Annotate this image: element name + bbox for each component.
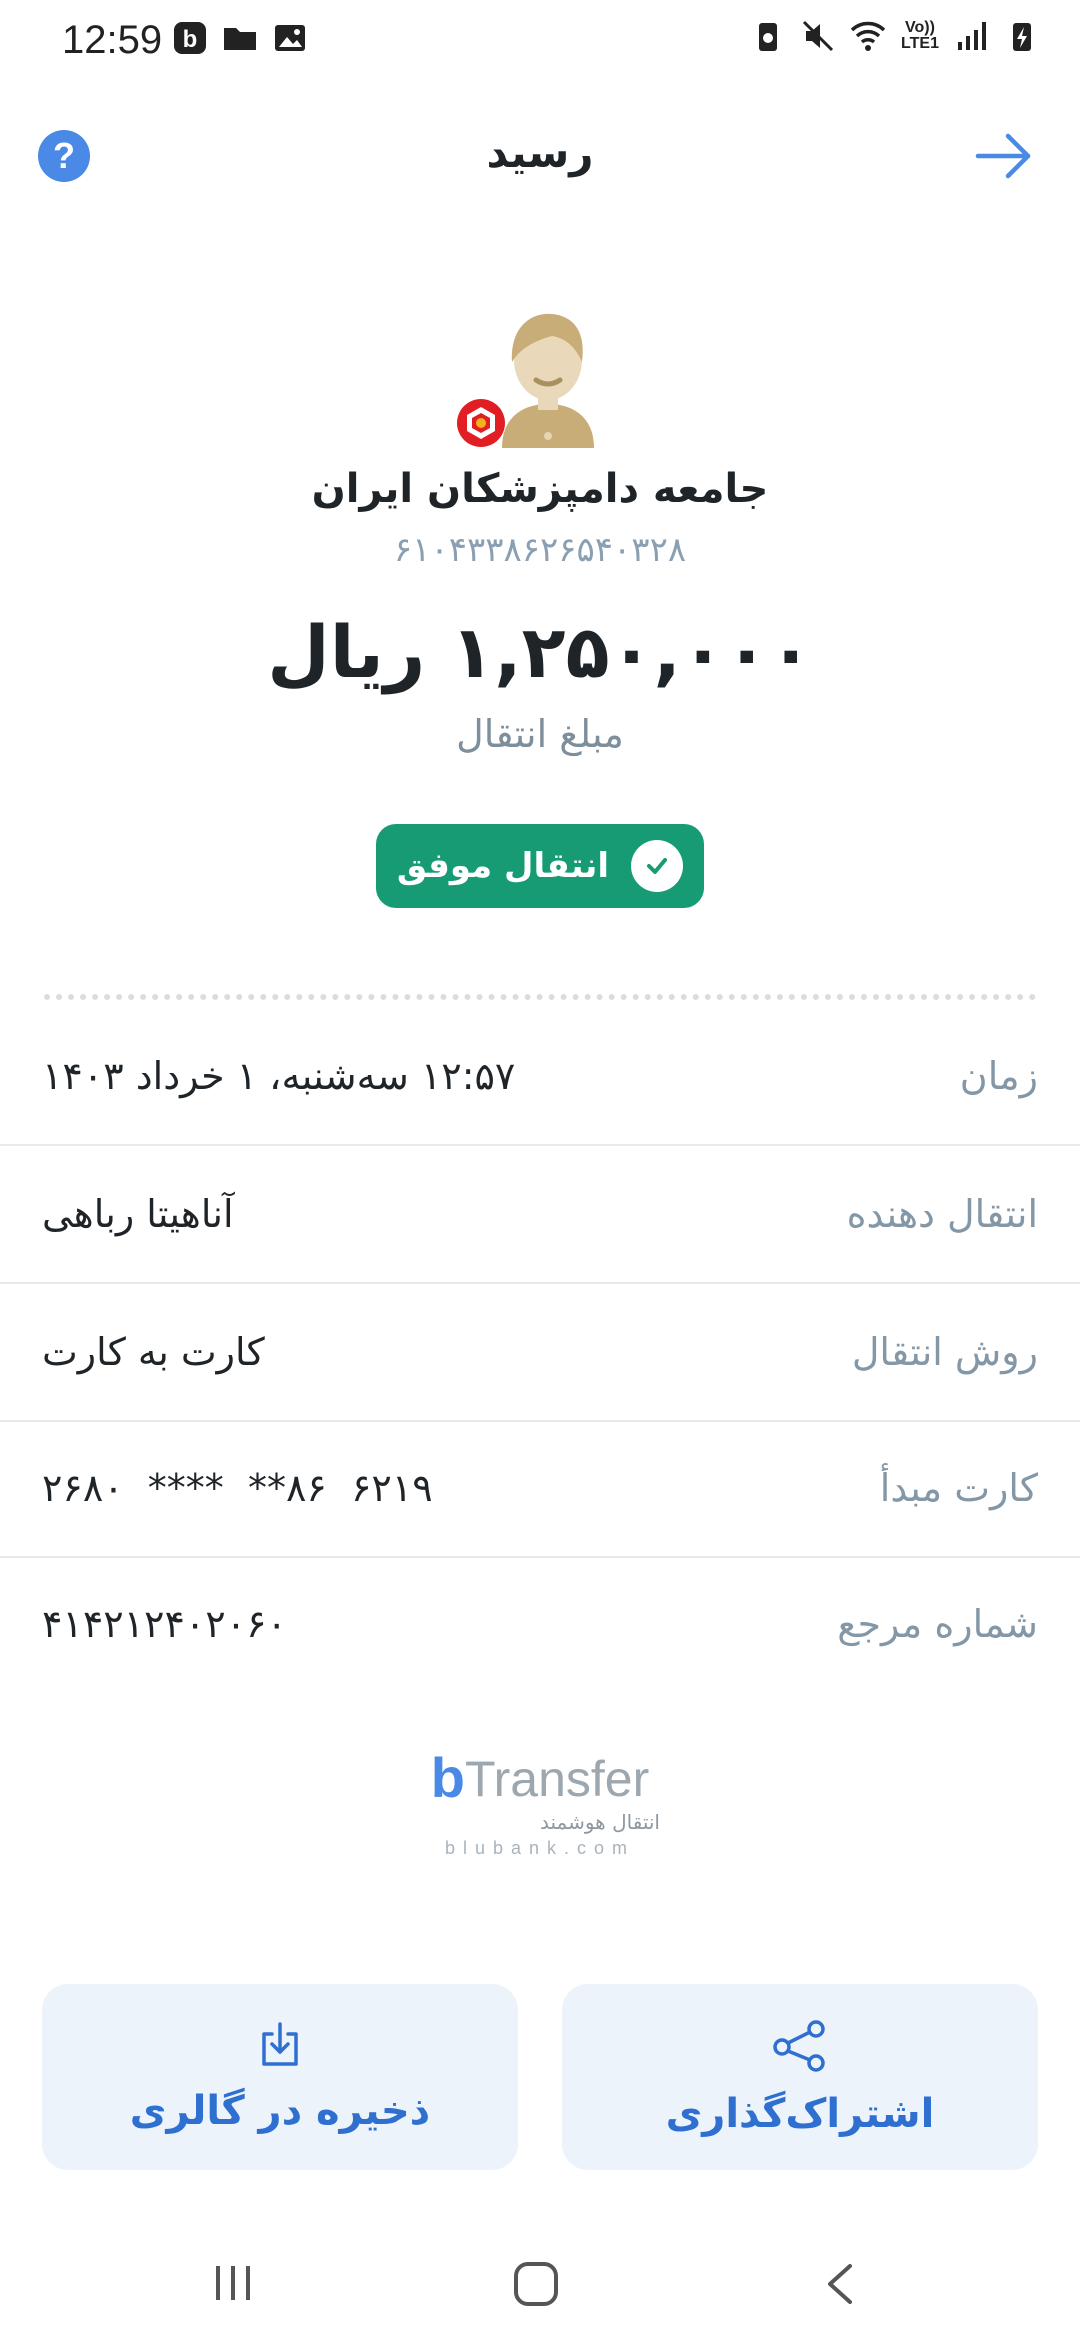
home-icon[interactable] xyxy=(512,2260,560,2308)
signal-icon xyxy=(958,22,986,50)
avatar xyxy=(502,313,594,448)
detail-row-time: زمان ۱۲:۵۷ سه‌شنبه، ۱ خرداد ۱۴۰۳ xyxy=(0,1008,1080,1146)
detail-row-sender: انتقال دهنده آناهیتا رباهی xyxy=(0,1146,1080,1284)
status-badge: انتقال موفق xyxy=(376,824,704,908)
detail-label: انتقال دهنده xyxy=(846,1192,1038,1236)
folder-icon xyxy=(224,28,256,50)
transfer-amount: ۱,۲۵۰,۰۰۰ ریال xyxy=(267,610,813,694)
system-back-icon[interactable] xyxy=(820,2260,860,2308)
brand-b-icon: b xyxy=(430,1746,465,1809)
gallery-icon xyxy=(275,25,305,51)
share-button[interactable]: اشتراک‌گذاری xyxy=(562,1984,1038,2170)
brand-tagline: انتقال هوشمند xyxy=(540,1810,660,1834)
back-arrow-icon[interactable] xyxy=(972,128,1036,184)
status-time: 12:59 xyxy=(62,18,163,62)
status-right-icons: Vo)) LTE1 xyxy=(750,18,1040,54)
detail-value: آناهیتا رباهی xyxy=(42,1192,234,1236)
dotted-divider xyxy=(44,994,1036,1000)
transfer-amount-label: مبلغ انتقال xyxy=(456,712,624,756)
check-icon xyxy=(631,840,684,892)
detail-row-reference: شماره مرجع ۴۱۴۲۱۲۴۰۲۰۶۰ xyxy=(0,1556,1080,1692)
detail-label: شماره مرجع xyxy=(837,1602,1038,1646)
wifi-icon xyxy=(850,21,886,51)
system-navigation-bar xyxy=(0,2230,1080,2340)
save-to-gallery-button[interactable]: ذخیره در گالری xyxy=(42,1984,518,2170)
share-icon xyxy=(773,2020,825,2072)
page-title: رسید xyxy=(486,128,594,177)
recipient-card-number: ۶۱۰۴۳۳۸۶۲۶۵۴۰۳۲۸ xyxy=(393,530,687,570)
detail-value: ۱۲:۵۷ سه‌شنبه، ۱ خرداد ۱۴۰۳ xyxy=(42,1054,516,1098)
detail-value: ۶۲۱۹ ۸۶** **** ۲۶۸۰ xyxy=(42,1466,433,1510)
brand-domain: blubank.com xyxy=(444,1838,636,1858)
download-icon xyxy=(262,2022,298,2066)
detail-label: کارت مبدأ xyxy=(879,1466,1038,1510)
detail-row-source-card: کارت مبدأ ۶۲۱۹ ۸۶** **** ۲۶۸۰ xyxy=(0,1420,1080,1558)
recent-apps-icon[interactable] xyxy=(210,2260,256,2306)
battery-saver-icon xyxy=(759,23,777,51)
mute-icon xyxy=(802,20,834,52)
app-notification-icon: b xyxy=(174,22,206,54)
detail-value: کارت به کارت xyxy=(42,1330,265,1374)
detail-value: ۴۱۴۲۱۲۴۰۲۰۶۰ xyxy=(42,1602,287,1646)
detail-label: روش انتقال xyxy=(851,1330,1038,1374)
brand-logo: b bTransfer Transfer انتقال هوشمند bluba… xyxy=(420,1746,660,1859)
recipient-name: جامعه دامپزشکان ایران xyxy=(311,466,769,512)
detail-label: زمان xyxy=(959,1054,1038,1098)
save-button-label: ذخیره در گالری xyxy=(129,2088,431,2134)
share-button-label: اشتراک‌گذاری xyxy=(665,2091,935,2137)
brand-name-suffix: Transfer xyxy=(464,1751,650,1807)
svg-text:b: b xyxy=(183,26,198,53)
status-label: انتقال موفق xyxy=(396,846,610,886)
status-left-icons: b xyxy=(172,20,308,56)
battery-charging-icon xyxy=(1013,23,1031,51)
detail-row-method: روش انتقال کارت به کارت xyxy=(0,1284,1080,1422)
network-type: Vo)) LTE1 xyxy=(901,19,939,52)
bank-logo-icon xyxy=(457,399,505,447)
